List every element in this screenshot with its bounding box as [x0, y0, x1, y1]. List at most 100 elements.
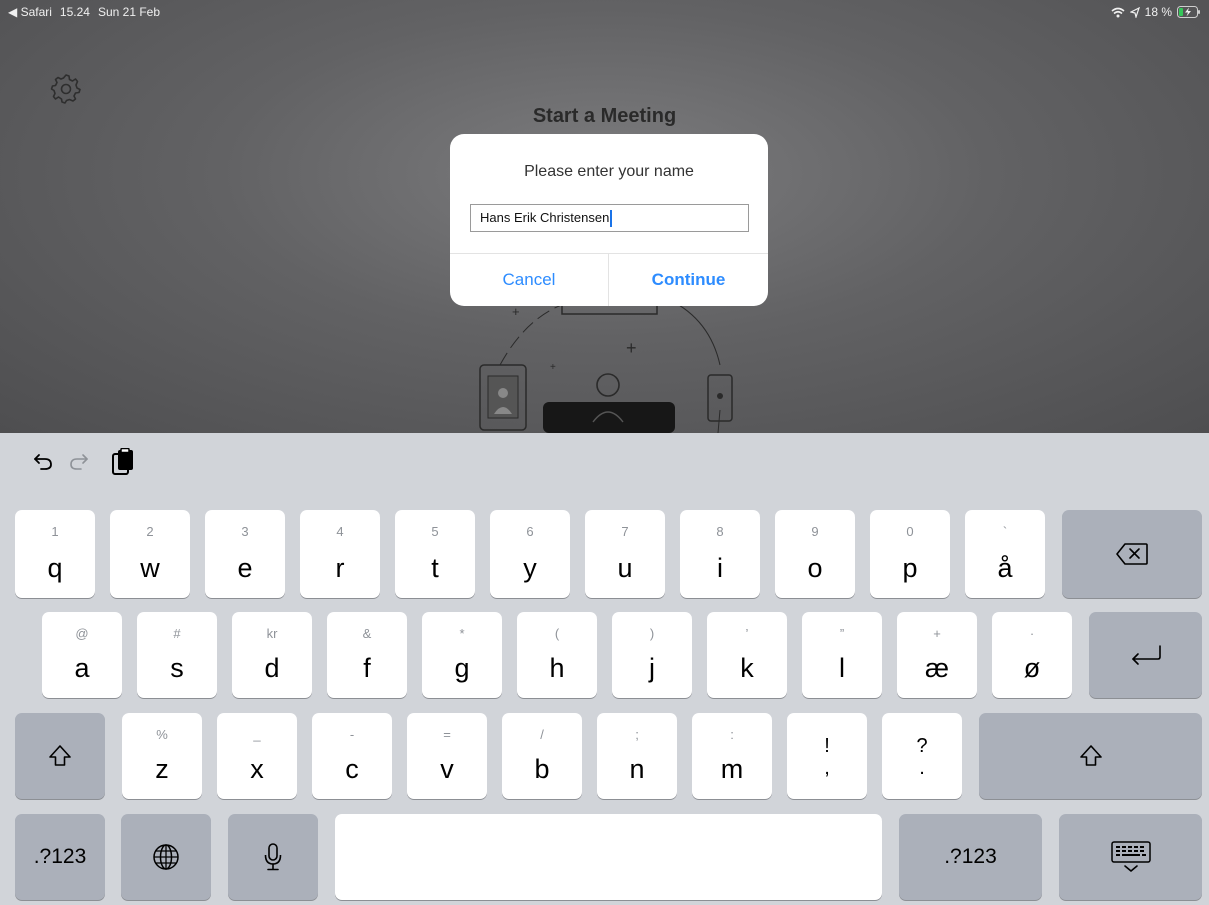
key-s[interactable]: # s	[137, 612, 217, 698]
key-l[interactable]: ” l	[802, 612, 882, 698]
key-hint: `	[1002, 524, 1008, 539]
key-x[interactable]: _ x	[217, 713, 297, 799]
keyboard-shortcut-bar	[32, 448, 136, 476]
key-hint: ’	[745, 626, 749, 641]
key-m[interactable]: :m	[692, 713, 772, 799]
key-hint: *	[459, 626, 465, 641]
settings-gear-icon[interactable]	[50, 72, 82, 104]
key-label: g	[454, 653, 470, 683]
backspace-icon	[1116, 543, 1148, 565]
key-hint: 3	[241, 524, 249, 539]
microphone-icon	[264, 843, 282, 871]
key-label: v	[440, 754, 454, 784]
key-label: i	[717, 553, 723, 583]
key-r[interactable]: 4r	[300, 510, 380, 598]
key-q[interactable]: 1q	[15, 510, 95, 598]
key-label: a	[74, 653, 90, 683]
key-t[interactable]: 5t	[395, 510, 475, 598]
key-exclaim-comma[interactable]: !,	[787, 713, 867, 799]
keyboard-dismiss-icon	[1110, 841, 1151, 872]
key-hint: 7	[621, 524, 629, 539]
space-bar[interactable]	[335, 814, 882, 900]
key-hint: ;	[635, 727, 639, 742]
key-question-period[interactable]: ?.	[882, 713, 962, 799]
name-prompt-dialog: Please enter your name Hans Erik Christe…	[450, 134, 768, 306]
return-key[interactable]	[1089, 612, 1202, 698]
key-label: p	[902, 553, 918, 583]
shift-key-right[interactable]	[979, 713, 1202, 799]
key-label: q	[47, 553, 63, 583]
back-to-safari-link[interactable]: ◀ Safari	[8, 5, 52, 19]
key-v[interactable]: = v	[407, 713, 487, 799]
key-hint: 2	[146, 524, 154, 539]
dictation-key[interactable]	[228, 814, 318, 900]
key-o[interactable]: 9o	[775, 510, 855, 598]
globe-key[interactable]	[121, 814, 211, 900]
key-hint: _	[253, 727, 261, 742]
key-hint: 9	[811, 524, 819, 539]
key-j[interactable]: ) j	[612, 612, 692, 698]
redo-icon[interactable]	[68, 452, 90, 472]
name-input[interactable]: Hans Erik Christensen	[470, 204, 749, 232]
status-time: 15.24	[59, 5, 90, 19]
key-label: .?123	[33, 845, 87, 868]
dismiss-keyboard-key[interactable]	[1059, 814, 1202, 900]
paste-icon[interactable]	[110, 448, 136, 476]
numbers-key-right[interactable]: .?123	[899, 814, 1042, 900]
name-input-value: Hans Erik Christensen	[480, 210, 610, 225]
key-label: o	[807, 553, 823, 583]
key-d[interactable]: kr d	[232, 612, 312, 698]
key-i[interactable]: 8i	[680, 510, 760, 598]
key-label: å	[997, 553, 1013, 583]
key-b[interactable]: / b	[502, 713, 582, 799]
battery-percentage: 18 %	[1144, 5, 1172, 19]
key-o-slash[interactable]: · ø	[992, 612, 1072, 698]
svg-text:+: +	[626, 338, 637, 358]
key-hint: +	[933, 626, 941, 641]
key-g[interactable]: * g	[422, 612, 502, 698]
return-icon	[1131, 645, 1161, 665]
key-ae[interactable]: + æ	[897, 612, 977, 698]
key-hint: 5	[431, 524, 439, 539]
key-label: m	[720, 754, 744, 784]
key-label: d	[264, 653, 280, 683]
key-k[interactable]: ’ k	[707, 612, 787, 698]
key-hint: #	[173, 626, 181, 641]
key-label: .?123	[944, 845, 997, 868]
key-n[interactable]: ; n	[597, 713, 677, 799]
cancel-button[interactable]: Cancel	[450, 254, 608, 306]
key-w[interactable]: 2w	[110, 510, 190, 598]
undo-icon[interactable]	[32, 452, 54, 472]
key-label: t	[431, 553, 439, 583]
key-label: ø	[1023, 653, 1041, 683]
key-hint: =	[443, 727, 451, 742]
key-p[interactable]: 0p	[870, 510, 950, 598]
key-label: b	[534, 754, 550, 784]
key-a[interactable]: @ a	[42, 612, 122, 698]
backspace-key[interactable]	[1062, 510, 1202, 598]
battery-charging-icon	[1177, 6, 1200, 18]
text-caret	[610, 209, 613, 227]
shift-icon	[49, 745, 71, 766]
globe-icon	[153, 844, 179, 870]
status-bar: ◀ Safari 15.24 Sun 21 Feb 18 %	[0, 0, 1209, 24]
key-h[interactable]: (h	[517, 612, 597, 698]
key-a-ring[interactable]: ` å	[965, 510, 1045, 598]
key-e[interactable]: 3e	[205, 510, 285, 598]
key-f[interactable]: & f	[327, 612, 407, 698]
dialog-message: Please enter your name	[524, 163, 694, 180]
key-label-top: !	[824, 735, 830, 757]
key-y[interactable]: 6y	[490, 510, 570, 598]
key-label: h	[549, 653, 565, 683]
key-z[interactable]: % z	[122, 713, 202, 799]
page-title: Start a Meeting	[532, 105, 677, 127]
key-label: z	[155, 754, 169, 784]
key-label: y	[523, 553, 537, 583]
key-hint: &	[362, 626, 372, 641]
key-u[interactable]: 7u	[585, 510, 665, 598]
numbers-key-left[interactable]: .?123	[15, 814, 105, 900]
key-hint: /	[540, 727, 544, 742]
shift-key-left[interactable]	[15, 713, 105, 799]
key-c[interactable]: -c	[312, 713, 392, 799]
continue-button[interactable]: Continue	[609, 254, 768, 306]
